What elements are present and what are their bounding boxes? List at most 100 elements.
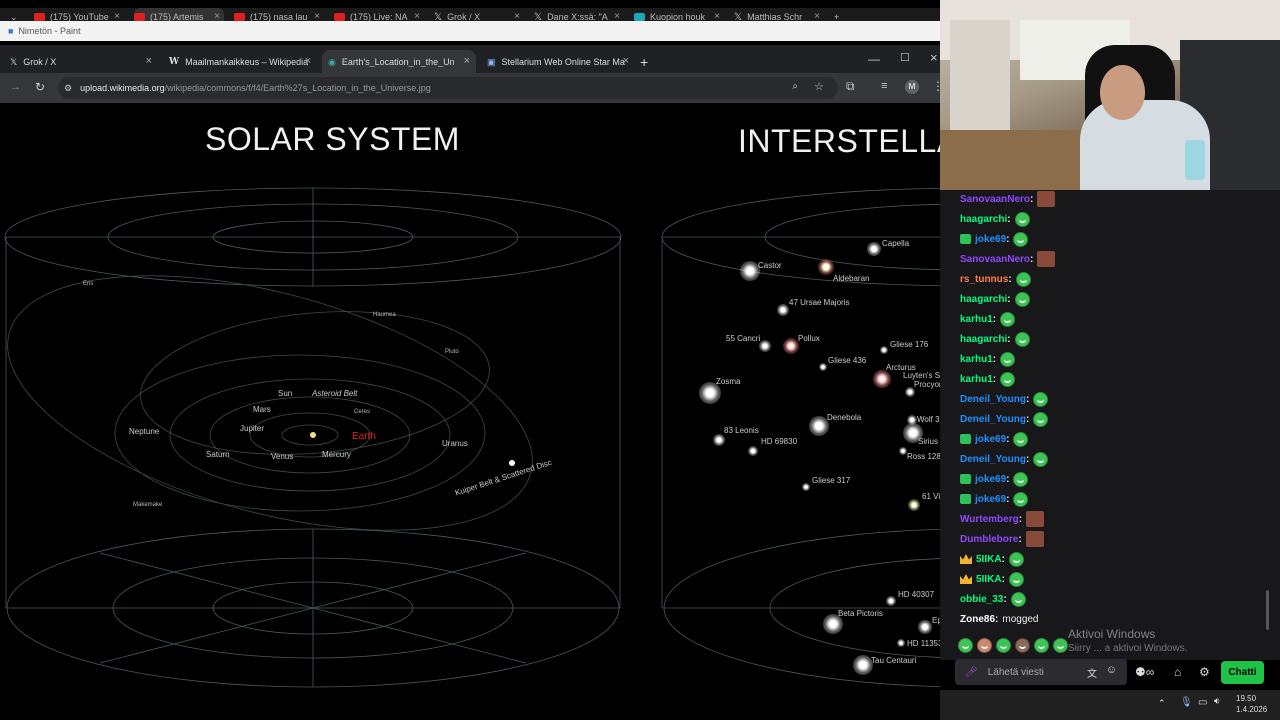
chat-username[interactable]: karhu1 [960,374,993,385]
maximize-icon[interactable]: ☐ [900,51,910,64]
avatar-emote-icon[interactable] [1026,511,1045,527]
minimize-icon[interactable]: — [868,52,880,66]
clock-time[interactable]: 19.50 [1236,694,1256,703]
chat-colon: : [1025,413,1030,425]
tray-chevron-icon[interactable]: ⌃ [1158,698,1166,709]
chat-username[interactable]: Dumblebore [960,534,1018,545]
store-icon[interactable]: ⌂ [1174,665,1181,679]
close-icon[interactable]: × [623,55,629,67]
pepe-emote-icon[interactable] [1000,371,1016,387]
pepe-emote-icon[interactable] [1013,471,1029,487]
pepe-emote-icon[interactable] [1010,591,1026,607]
translate-icon[interactable]: 文 [1087,665,1097,680]
close-icon[interactable]: × [146,55,152,67]
pepe-emote-icon[interactable] [1014,331,1030,347]
bits-icon[interactable]: ⚉∞ [1135,665,1154,679]
crown-badge-icon[interactable] [960,554,972,564]
mic-icon[interactable]: 🎤︎ [965,667,978,678]
emote-icon[interactable] [1015,638,1030,653]
pepe-emote-icon[interactable] [1013,491,1029,507]
chat-scrollbar[interactable] [1266,590,1269,630]
reload-icon[interactable]: ↻ [35,80,45,94]
chat-username[interactable]: Zone86 [960,614,995,625]
chat-colon: : [1018,513,1023,525]
close-icon[interactable]: × [305,55,311,67]
pepe-emote-icon[interactable] [1008,571,1024,587]
chat-message: karhu1: [960,350,1016,368]
chat-username[interactable]: joke69 [975,474,1006,485]
browser-tab[interactable]: W Maailmankaikkeus – Wikipedia × [163,50,317,74]
browser-tab-active[interactable]: ◉ Earth's_Location_in_the_Univers × [322,50,476,74]
chat-username[interactable]: haagarchi [960,294,1007,305]
zoom-icon[interactable]: ⌕ [792,81,798,92]
bookmark-star-icon[interactable]: ☆ [814,80,824,93]
pepe-emote-icon[interactable] [1033,391,1049,407]
crown-badge-icon[interactable] [960,574,972,584]
chat-username[interactable]: joke69 [975,234,1006,245]
emote-icon[interactable] [1034,638,1049,653]
sub-badge-icon[interactable] [960,474,971,484]
close-window-icon[interactable]: × [930,50,938,65]
chat-username[interactable]: karhu1 [960,354,993,365]
browser-tab[interactable]: ▣ Stellarium Web Online Star Ma × [481,50,635,74]
chat-message: SanovaanNero: [960,250,1056,268]
chat-username[interactable]: Deneil_Young [960,394,1026,405]
chat-username[interactable]: obbie_33 [960,594,1003,605]
chat-colon: : [1008,273,1012,285]
pepe-emote-icon[interactable] [1008,551,1024,567]
emote-icon[interactable] [996,638,1011,653]
avatar-emote-icon[interactable] [1025,531,1044,547]
chat-username[interactable]: 5IIKA [976,554,1002,565]
browser-tab-label: Maailmankaikkeus – Wikipedia [185,57,309,67]
volume-icon[interactable]: 🔉︎ [1214,696,1220,707]
sub-badge-icon[interactable] [960,434,971,444]
chat-username[interactable]: Deneil_Young [960,414,1026,425]
pepe-emote-icon[interactable] [1013,231,1029,247]
browser-tab[interactable]: 𝕏 Grok / X × [4,50,158,74]
sub-badge-icon[interactable] [960,494,971,504]
close-icon[interactable]: × [464,55,470,67]
chat-username[interactable]: haagarchi [960,214,1007,225]
image-viewport: SOLAR SYSTEM INTERSTELLAR Eris Haumea Pl… [0,103,940,720]
chat-username[interactable]: haagarchi [960,334,1007,345]
chat-username[interactable]: SanovaanNero [960,254,1030,265]
pepe-emote-icon[interactable] [1000,311,1016,327]
pepe-emote-icon[interactable] [1013,431,1029,447]
emote-icon[interactable] [977,638,992,653]
profile-avatar[interactable]: M [905,80,919,94]
pepe-emote-icon[interactable] [1033,411,1049,427]
settings-gear-icon[interactable]: ⚙ [1199,665,1210,679]
new-tab-button[interactable]: + [640,50,658,74]
chat-username[interactable]: SanovaanNero [960,194,1030,205]
emote-icon[interactable] [958,638,973,653]
media-controls-icon[interactable]: ≡ [881,80,887,92]
clock-date[interactable]: 1.4.2026 [1236,705,1267,714]
pepe-emote-icon[interactable] [1015,271,1031,287]
chat-username[interactable]: rs_tunnus [960,274,1008,285]
network-icon[interactable]: ▭ [1198,697,1207,708]
chat-username[interactable]: 5IIKA [976,574,1002,585]
chat-username[interactable]: Wurtemberg [960,514,1019,525]
chat-send-button[interactable]: Chatti [1221,661,1264,684]
chat-username[interactable]: joke69 [975,434,1006,445]
extensions-icon[interactable]: ⧉ [846,79,855,94]
pepe-emote-icon[interactable] [1014,211,1030,227]
chat-input[interactable]: 🎤︎ Lähetä viesti 文 ☺ [955,659,1127,685]
avatar-emote-icon[interactable] [1037,251,1056,267]
emote-icon[interactable] [1053,638,1068,653]
pepe-emote-icon[interactable] [1014,291,1030,307]
forward-icon[interactable]: → [10,81,21,93]
emote-tray[interactable] [958,638,1068,653]
avatar-emote-icon[interactable] [1037,191,1056,207]
sub-badge-icon[interactable] [960,234,971,244]
chat-username[interactable]: joke69 [975,494,1006,505]
emoji-icon[interactable]: ☺ [1106,664,1117,676]
site-info-icon[interactable]: ⚙ [64,83,72,94]
label-sun: Sun [278,389,293,398]
mic-tray-icon[interactable]: 🎙︎ [1180,697,1193,708]
pepe-emote-icon[interactable] [1000,351,1016,367]
chat-username[interactable]: karhu1 [960,314,993,325]
pepe-emote-icon[interactable] [1033,451,1049,467]
url-field[interactable]: ⚙ upload.wikimedia.org /wikipedia/common… [58,77,838,99]
chat-username[interactable]: Deneil_Young [960,454,1026,465]
